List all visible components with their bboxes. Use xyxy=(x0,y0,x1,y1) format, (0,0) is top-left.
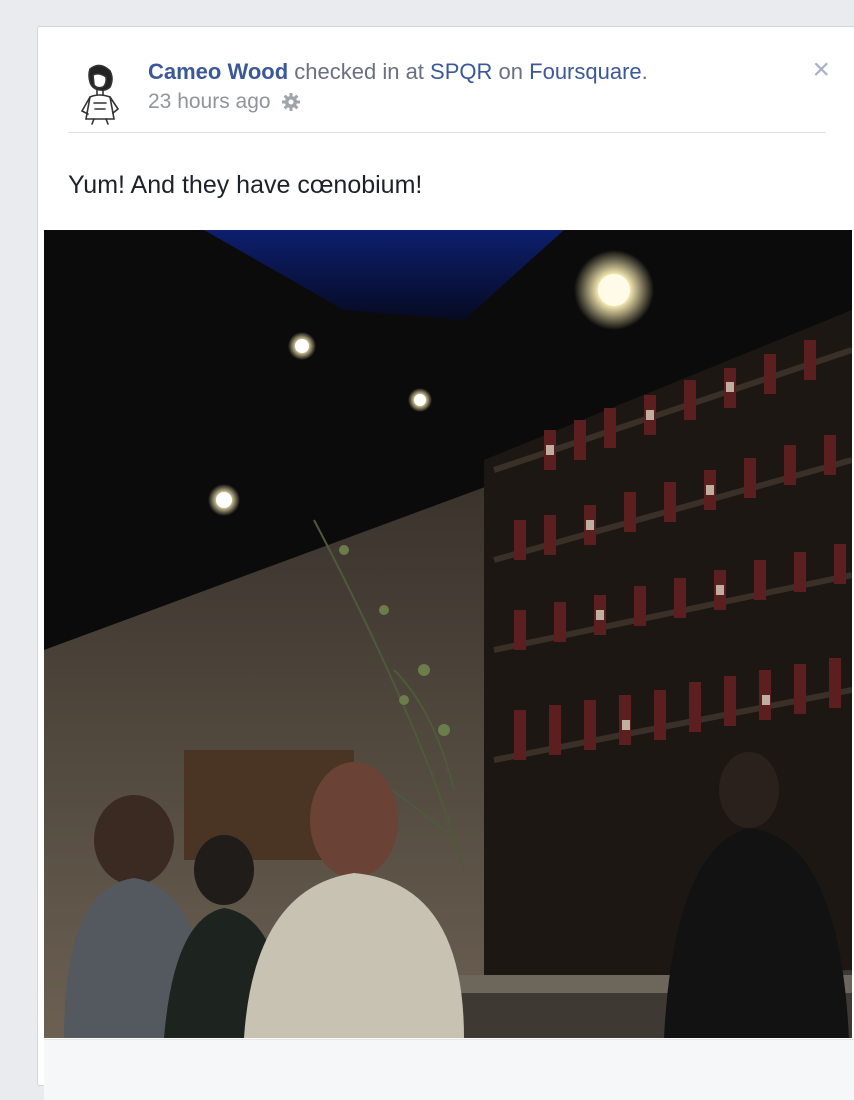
period-text: . xyxy=(641,59,648,84)
story-card: Cameo Wood checked in at SPQR on Foursqu… xyxy=(37,26,854,1100)
service-link[interactable]: Foursquare xyxy=(529,59,642,84)
close-icon[interactable]: × xyxy=(812,55,830,85)
gear-icon[interactable] xyxy=(281,92,301,112)
story-meta: 23 hours ago xyxy=(148,90,301,114)
place-link[interactable]: SPQR xyxy=(430,59,492,84)
author-link[interactable]: Cameo Wood xyxy=(148,59,288,84)
checkin-photo[interactable] xyxy=(44,230,852,1038)
action-text: checked in at xyxy=(294,59,424,84)
post-message: Yum! And they have cœnobium! xyxy=(68,171,423,199)
story-header: Cameo Wood checked in at SPQR on Foursqu… xyxy=(148,59,648,85)
timestamp[interactable]: 23 hours ago xyxy=(148,90,271,114)
header-divider xyxy=(68,132,826,133)
story-footer xyxy=(44,1039,854,1100)
avatar[interactable] xyxy=(66,59,132,125)
on-text: on xyxy=(498,59,524,84)
